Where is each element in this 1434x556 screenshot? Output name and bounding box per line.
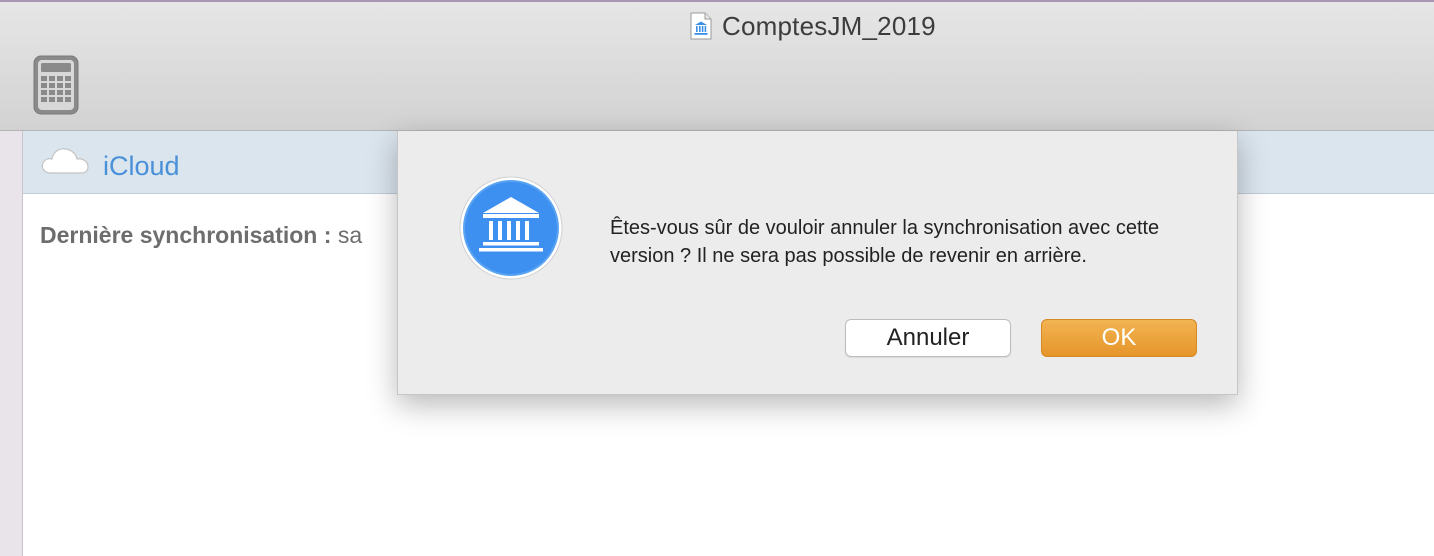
last-sync-value: sa	[337, 222, 363, 248]
cancel-button[interactable]: Annuler	[845, 319, 1011, 357]
last-sync-row: Dernière synchronisation : sa	[40, 222, 362, 249]
last-sync-label: Dernière synchronisation :	[40, 222, 332, 248]
bank-document-icon	[690, 12, 712, 40]
window-title: ComptesJM_2019	[722, 10, 936, 41]
dialog-message: Êtes-vous sûr de vouloir annuler la sync…	[610, 217, 1160, 267]
window-title-group: ComptesJM_2019	[690, 10, 936, 42]
confirmation-dialog: Êtes-vous sûr de vouloir annuler la sync…	[397, 131, 1238, 395]
bank-building-icon	[459, 176, 563, 280]
icloud-label: iCloud	[103, 151, 180, 181]
calculator-icon[interactable]	[32, 54, 80, 116]
title-bar: ComptesJM_2019	[0, 0, 1434, 131]
ok-button[interactable]: OK	[1041, 319, 1197, 357]
cloud-icon	[41, 148, 89, 174]
